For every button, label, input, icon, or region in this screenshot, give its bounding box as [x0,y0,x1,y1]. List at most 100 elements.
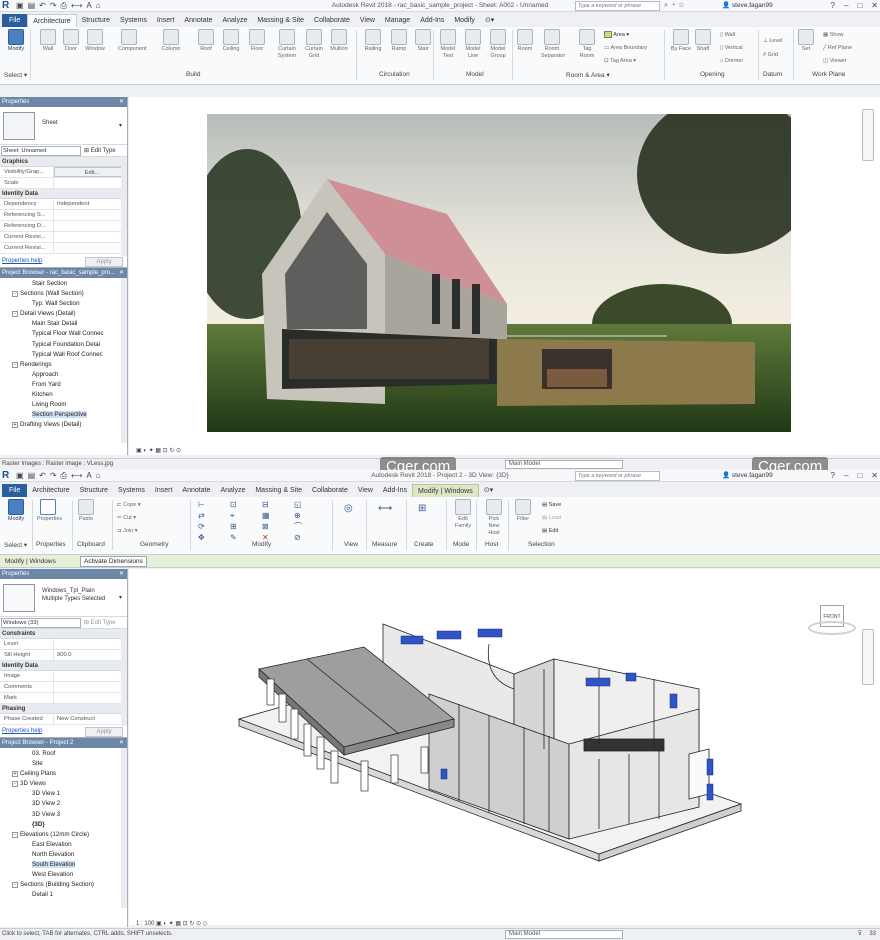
chevron-down-icon[interactable]: ▾ [119,594,122,601]
main-model-select[interactable]: Main Model [505,930,623,939]
tab-file[interactable]: File [2,14,28,27]
tree-item[interactable]: South Elevation [0,860,127,870]
navigation-bar[interactable] [862,629,874,685]
property-value[interactable] [54,243,127,253]
search-input[interactable]: Type a keyword or phrase [575,471,660,481]
grid-button[interactable]: # Grid [763,51,778,59]
type-selector[interactable]: Sheet ▾ [0,107,127,145]
tab-add-ins[interactable]: Add-Ins [415,14,449,27]
tree-item[interactable]: From Yard [0,380,127,390]
close-icon[interactable]: ✕ [119,97,124,107]
workspace-dropdown-icon[interactable]: ⊙▾ [480,14,499,27]
tree-item[interactable]: Approach [0,370,127,380]
compass-ring[interactable] [808,621,856,635]
window-button[interactable]: Window [84,29,106,53]
pin-icon[interactable]: ⊠ [262,523,269,531]
join-button[interactable]: ⊐ Join ▾ [117,527,138,535]
main-model-select[interactable]: Main Model [505,460,623,469]
model-group-button[interactable]: Model Group [487,29,509,60]
3d-view[interactable]: FRONT [129,569,880,925]
view-dropdown-icon[interactable]: ⊙▾ [479,484,498,497]
property-value[interactable]: Edit... [54,167,127,177]
tree-item[interactable]: - Sections (Wall Section) [0,289,127,299]
instance-filter[interactable]: Windows (33) [1,618,81,628]
property-category[interactable]: Graphics [0,157,127,167]
array-icon[interactable]: ⊟ [262,501,269,509]
area-boundary-button[interactable]: ▭ Area Boundary [604,44,647,52]
viewer-button[interactable]: ◫ Viewer [823,57,846,65]
by-face-button[interactable]: By Face [670,29,692,53]
tree-item[interactable]: - Sections (Building Section) [0,880,127,890]
scale-icon[interactable]: ▦ [262,512,270,520]
offset-icon[interactable]: ⇄ [198,512,205,520]
search-input[interactable]: Type a keyword or phrase [575,1,660,11]
close-icon[interactable]: ✕ [871,470,878,482]
star-icon[interactable]: ☆ [678,1,684,11]
edit-type-button[interactable]: ⊞ Edit Type [84,618,116,628]
trim-icon[interactable]: ⊞ [230,523,237,531]
expand-icon[interactable]: + [12,771,18,778]
tab-add-ins[interactable]: Add-Ins [378,484,412,497]
properties-button[interactable]: Properties [37,499,62,523]
tab-view[interactable]: View [353,484,378,497]
wall-opening-button[interactable]: ▯ Wall [720,31,735,39]
panel-select[interactable]: Select ▾ [4,541,27,549]
activate-dimensions-button[interactable]: Activate Dimensions [80,556,147,567]
properties-help-link[interactable]: Properties help [2,258,42,264]
split-icon[interactable]: ✎ [230,534,237,542]
area-button[interactable]: Area ▾ [604,31,629,39]
tab-annotate[interactable]: Annotate [179,14,217,27]
save-selection-button[interactable]: ▤ Save [542,501,561,509]
property-category[interactable]: Constraints [0,629,127,639]
rotate-icon[interactable]: ⌖ [230,512,235,520]
collapse-icon[interactable]: - [12,831,18,838]
minimize-icon[interactable]: – [844,470,848,482]
ceiling-button[interactable]: Ceiling [220,29,242,53]
collapse-icon[interactable]: - [12,361,18,368]
close-icon[interactable]: ✕ [119,738,124,748]
filter-icon[interactable]: ⊽ [858,929,862,940]
property-value[interactable]: New Construct [54,714,127,724]
collapse-icon[interactable]: - [12,311,18,318]
close-icon[interactable]: ✕ [119,268,124,278]
close-icon[interactable]: ✕ [119,569,124,579]
panel-create[interactable]: Create [414,541,434,548]
property-value[interactable] [54,671,127,681]
ref-plane-button[interactable]: ╱ Ref Plane [823,44,852,52]
shaft-button[interactable]: Shaft [692,29,714,53]
extend-icon[interactable]: ⌒ [294,523,302,531]
model-text-button[interactable]: Model Text [437,29,459,60]
tab-annotate[interactable]: Annotate [177,484,215,497]
mirror-draw-icon[interactable]: ◱ [294,501,302,509]
tree-item[interactable]: Typical Foundation Detai [0,340,127,350]
tree-item[interactable]: {3D} [0,820,127,830]
apply-button[interactable]: Apply [85,257,123,267]
browser-scrollbar[interactable] [121,748,127,908]
tab-architecture[interactable]: Architecture [27,14,77,27]
component-button[interactable]: Component [118,29,146,53]
tree-item[interactable]: 03. Roof [0,749,127,759]
help-icon[interactable]: ? [831,470,835,482]
tab-modify-windows[interactable]: Modify | Windows [412,484,479,497]
property-category[interactable]: Identity Data [0,661,127,671]
load-selection-button[interactable]: ▤ Load [542,514,561,522]
tree-item[interactable]: Typ. Wall Section [0,299,127,309]
tab-insert[interactable]: Insert [150,484,178,497]
tab-collaborate[interactable]: Collaborate [309,14,355,27]
copy-icon[interactable]: ⊡ [230,501,237,509]
column-button[interactable]: Column [160,29,182,53]
measure-icon[interactable]: ⟷ [378,504,392,514]
roof-button[interactable]: Roof [195,29,217,53]
edit-family-button[interactable]: Edit Family [452,499,474,530]
filter-button[interactable]: Filter [512,499,534,523]
tree-item[interactable]: Living Room [0,400,127,410]
chevron-down-icon[interactable]: ▾ [119,122,122,129]
match-icon[interactable]: ⊘ [294,534,301,542]
tab-massing-site[interactable]: Massing & Site [250,484,307,497]
tree-item[interactable]: -3D Views [0,779,127,789]
panel-selection[interactable]: Selection [528,541,555,548]
sheet-view[interactable] [129,97,880,455]
tree-item[interactable]: Section Perspective [0,410,127,420]
tab-analyze[interactable]: Analyze [215,484,250,497]
tab-insert[interactable]: Insert [152,14,180,27]
